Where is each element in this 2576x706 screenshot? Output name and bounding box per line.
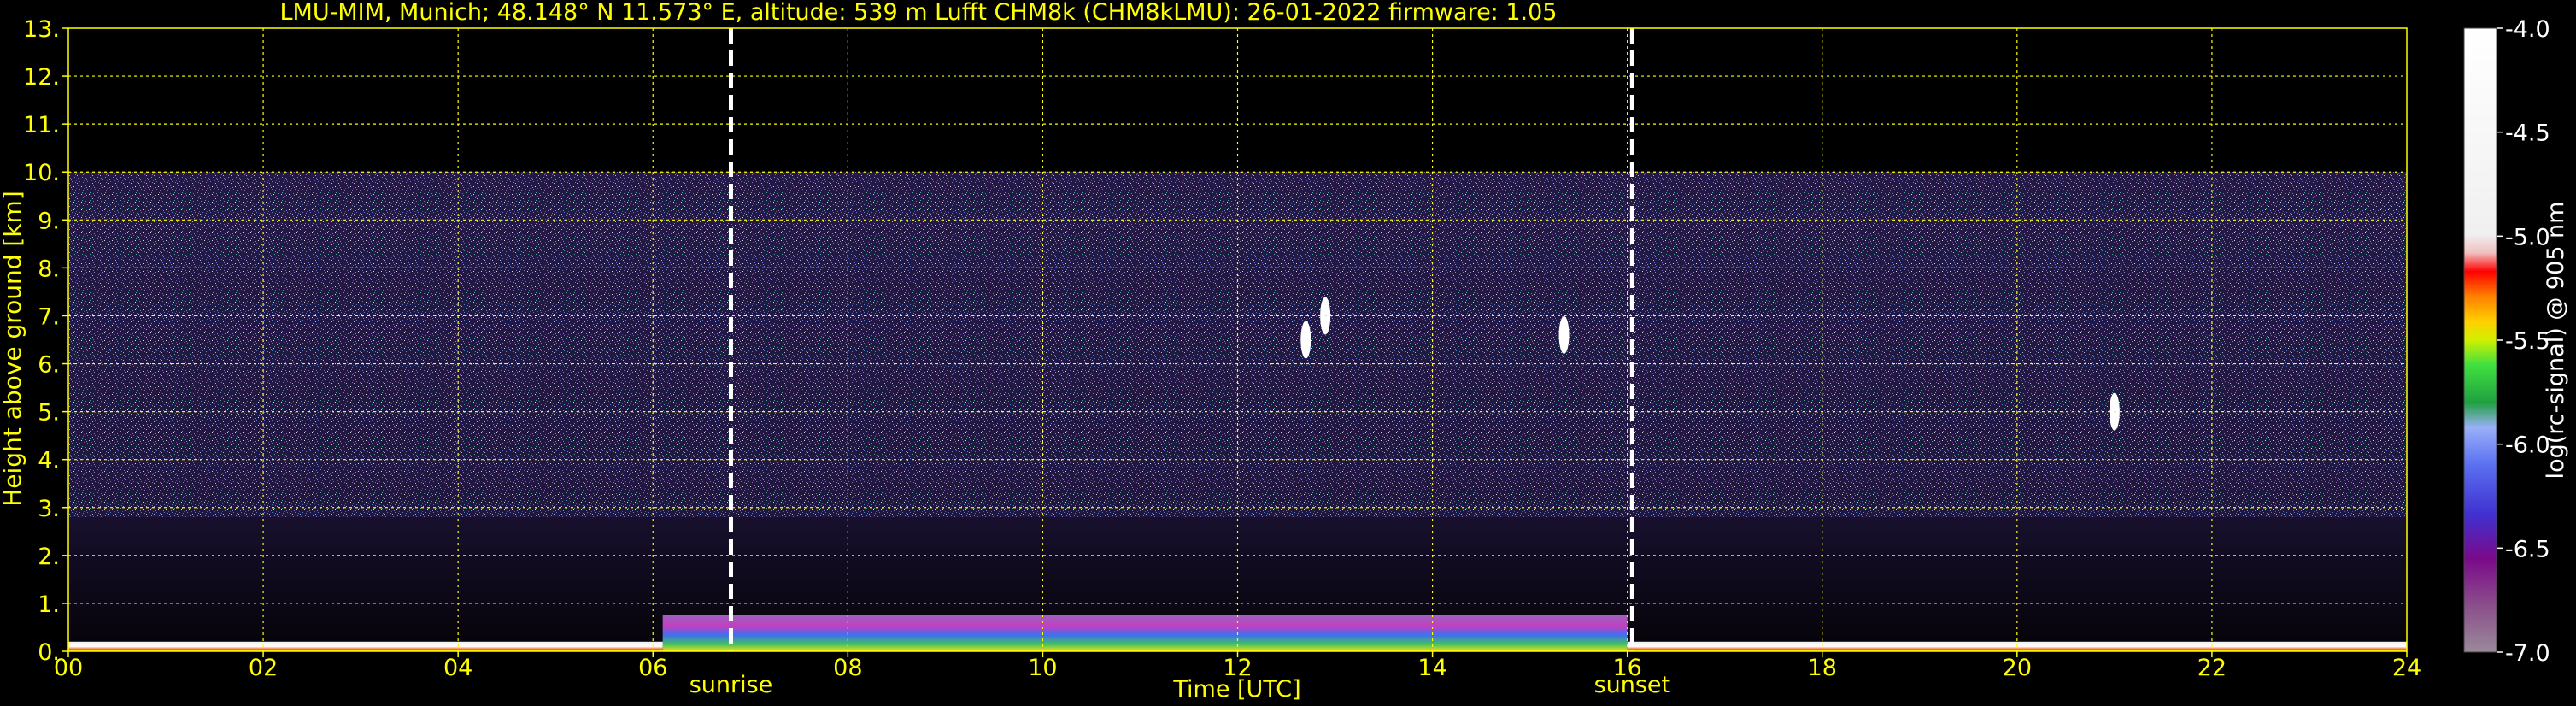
y-tick-label: 13. <box>23 16 60 43</box>
y-tick-label: 1. <box>38 591 60 618</box>
cloud-return <box>1558 315 1570 354</box>
chart-title: LMU-MIM, Munich; 48.148° N 11.573° E, al… <box>280 0 1558 26</box>
colorbar-tick-label: -4.5 <box>2505 121 2550 147</box>
x-tick-label: 14 <box>1417 655 1446 681</box>
x-tick-label: 06 <box>638 655 667 681</box>
y-tick-label: 7. <box>38 303 60 330</box>
y-tick-label: 12. <box>23 64 60 91</box>
x-tick-label: 22 <box>2198 655 2227 681</box>
y-tick-label: 3. <box>38 496 60 522</box>
cloud-return <box>1300 321 1311 359</box>
y-tick-label: 0. <box>38 639 60 666</box>
y-tick-label: 10. <box>23 160 60 186</box>
y-tick-label: 6. <box>38 352 60 379</box>
colorbar-tick-label: -6.5 <box>2505 536 2550 562</box>
colorbar: -4.0-4.5-5.0-5.5-6.0-6.5-7.0 <box>2463 16 2550 667</box>
sunrise-label: sunrise <box>689 672 773 698</box>
boundary-layer <box>662 615 1628 651</box>
colorbar-tick-label: -4.0 <box>2505 16 2550 43</box>
y-tick-label: 4. <box>38 448 60 474</box>
y-tick-label: 8. <box>38 256 60 282</box>
colorbar-scale <box>2463 27 2497 653</box>
colorbar-label: log(rc-signal) @ 905 nm <box>2543 202 2569 479</box>
x-tick-label: 02 <box>249 655 278 681</box>
x-axis-label: Time [UTC] <box>1172 676 1300 703</box>
x-tick-label: 08 <box>833 655 862 681</box>
y-tick-label: 5. <box>38 400 60 427</box>
y-tick-label: 2. <box>38 544 60 570</box>
x-tick-label: 04 <box>443 655 472 681</box>
colorbar-tick-label: -7.0 <box>2505 640 2550 667</box>
y-tick-label: 11. <box>23 112 60 138</box>
x-tick-label: 18 <box>1808 655 1837 681</box>
surface-layer <box>68 641 663 651</box>
x-tick-label: 10 <box>1028 655 1057 681</box>
y-tick-label: 9. <box>38 208 60 234</box>
ceilometer-figure: sunrise sunset 00 02 04 06 08 10 12 14 16 18 20 22 24… <box>0 0 2569 703</box>
y-axis-label: Height above ground [km] <box>0 191 26 507</box>
x-tick-label: 24 <box>2392 655 2421 681</box>
x-tick-label: 16 <box>1612 655 1641 681</box>
x-tick-label: 20 <box>2003 655 2032 681</box>
